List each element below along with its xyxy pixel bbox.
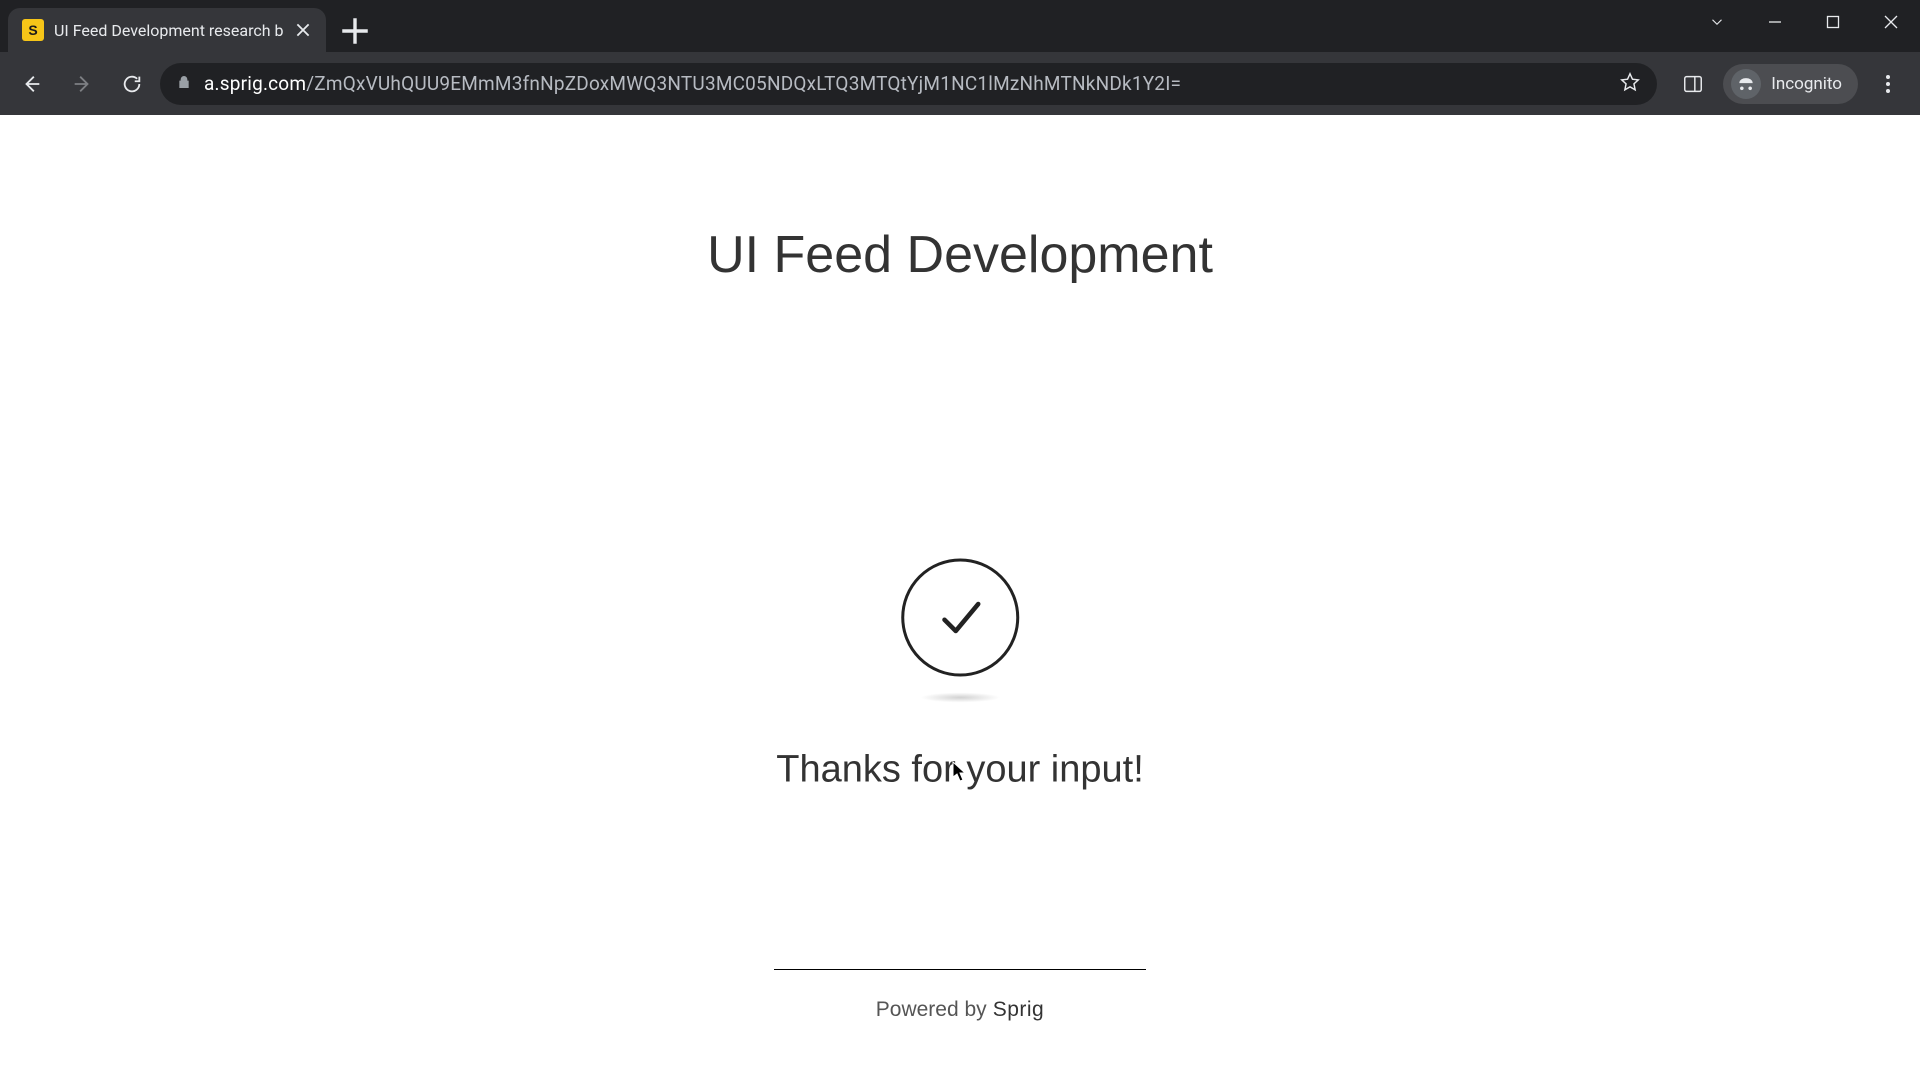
minimize-icon bbox=[1767, 14, 1783, 30]
lock-icon bbox=[176, 74, 192, 94]
page-title: UI Feed Development bbox=[0, 225, 1920, 285]
thanks-message: Thanks for your input! bbox=[776, 749, 1144, 792]
close-tab-button[interactable] bbox=[294, 21, 312, 39]
address-bar[interactable]: a.sprig.com/ZmQxVUhQUU9EMmM3fnNpZDoxMWQ3… bbox=[160, 63, 1657, 105]
plus-icon bbox=[338, 14, 372, 48]
search-tabs-button[interactable] bbox=[1694, 0, 1740, 44]
close-icon bbox=[1883, 14, 1899, 30]
confirmation-block: Thanks for your input! bbox=[776, 559, 1144, 792]
favicon-letter: S bbox=[28, 22, 37, 38]
favicon-icon: S bbox=[22, 19, 44, 41]
dot-icon bbox=[1886, 89, 1890, 93]
toolbar-right: Incognito bbox=[1671, 62, 1910, 106]
close-icon bbox=[294, 21, 312, 39]
window-maximize-button[interactable] bbox=[1804, 0, 1862, 44]
maximize-icon bbox=[1825, 14, 1841, 30]
toolbar: a.sprig.com/ZmQxVUhQUU9EMmM3fnNpZDoxMWQ3… bbox=[0, 52, 1920, 115]
window-minimize-button[interactable] bbox=[1746, 0, 1804, 44]
browser-menu-button[interactable] bbox=[1866, 62, 1910, 106]
shadow-icon bbox=[920, 693, 1000, 703]
dot-icon bbox=[1886, 75, 1890, 79]
incognito-indicator[interactable]: Incognito bbox=[1723, 64, 1858, 104]
forward-button[interactable] bbox=[60, 62, 104, 106]
side-panel-icon bbox=[1682, 73, 1704, 95]
titlebar: S UI Feed Development research b bbox=[0, 0, 1920, 52]
powered-by: Powered by Sprig bbox=[876, 998, 1044, 1022]
incognito-icon bbox=[1731, 69, 1761, 99]
window-close-button[interactable] bbox=[1862, 0, 1920, 44]
chevron-down-icon bbox=[1708, 13, 1726, 31]
reload-icon bbox=[121, 73, 143, 95]
side-panel-button[interactable] bbox=[1671, 62, 1715, 106]
url-text: a.sprig.com/ZmQxVUhQUU9EMmM3fnNpZDoxMWQ3… bbox=[204, 72, 1607, 95]
tab-active[interactable]: S UI Feed Development research b bbox=[8, 8, 326, 52]
checkmark-circle-icon bbox=[901, 559, 1019, 677]
new-tab-button[interactable] bbox=[338, 14, 372, 48]
url-path: /ZmQxVUhQUU9EMmM3fnNpZDoxMWQ3NTU3MC05NDQ… bbox=[306, 72, 1181, 95]
arrow-left-icon bbox=[21, 73, 43, 95]
checkmark-icon bbox=[933, 591, 987, 645]
browser-chrome: S UI Feed Development research b bbox=[0, 0, 1920, 115]
star-icon bbox=[1619, 71, 1641, 93]
divider bbox=[774, 969, 1146, 970]
incognito-label: Incognito bbox=[1771, 74, 1842, 94]
back-button[interactable] bbox=[10, 62, 54, 106]
window-controls bbox=[1694, 0, 1920, 44]
dot-icon bbox=[1886, 82, 1890, 86]
bookmark-button[interactable] bbox=[1619, 71, 1641, 97]
sprig-logo[interactable]: Sprig bbox=[993, 998, 1045, 1022]
url-host: a.sprig.com bbox=[204, 72, 306, 95]
tabstrip: S UI Feed Development research b bbox=[8, 8, 372, 52]
page-viewport: UI Feed Development Thanks for your inpu… bbox=[0, 115, 1920, 1080]
reload-button[interactable] bbox=[110, 62, 154, 106]
powered-by-prefix: Powered by bbox=[876, 998, 987, 1022]
tab-title: UI Feed Development research b bbox=[54, 21, 284, 40]
arrow-right-icon bbox=[71, 73, 93, 95]
